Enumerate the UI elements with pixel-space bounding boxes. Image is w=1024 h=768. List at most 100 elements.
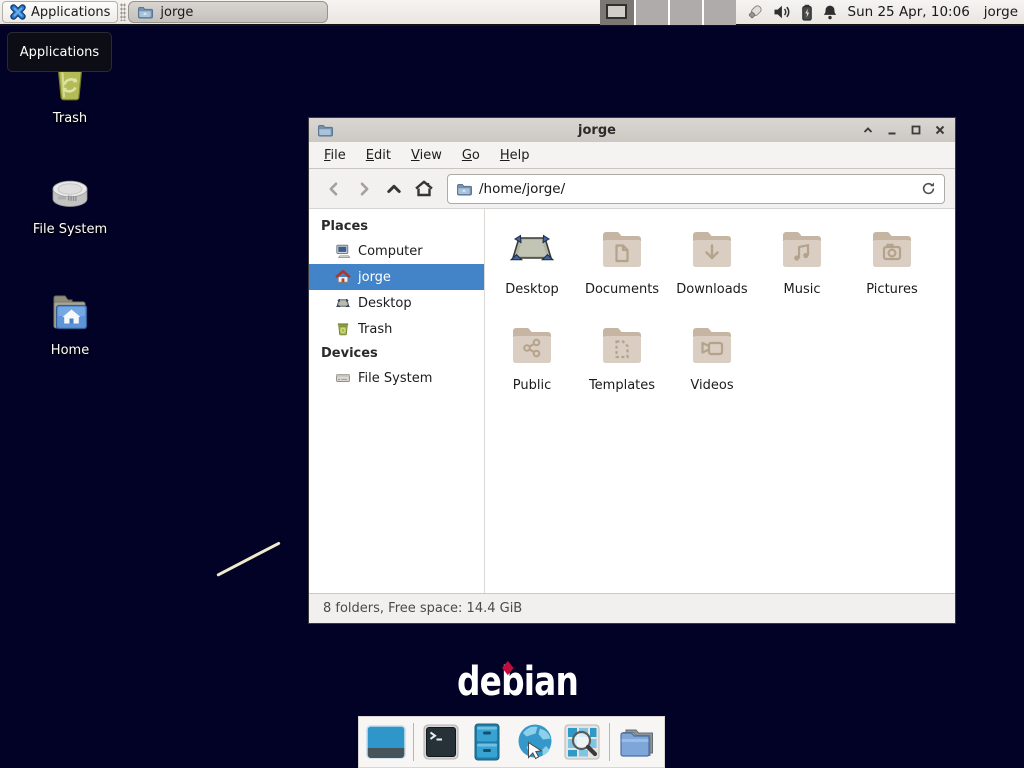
panel-handle[interactable]: [120, 3, 126, 21]
desktop-icon-label: File System: [33, 222, 107, 237]
forward-button[interactable]: [349, 175, 379, 203]
statusbar-text: 8 folders, Free space: 14.4 GiB: [323, 601, 522, 616]
home-icon: [335, 269, 351, 285]
menu-view[interactable]: View: [402, 145, 451, 166]
file-name: Public: [513, 378, 551, 393]
show-desktop-icon[interactable]: [365, 722, 407, 762]
app-finder-icon[interactable]: [562, 722, 602, 762]
desktop-icon-home[interactable]: Home: [22, 289, 118, 358]
menu-file[interactable]: File: [315, 145, 355, 166]
sidebar-header-devices: Devices: [309, 342, 484, 365]
sidebar-item-label: Computer: [358, 244, 423, 259]
file-item-music[interactable]: Music: [757, 225, 847, 321]
battery-icon[interactable]: [801, 4, 813, 21]
panel-username: jorge: [984, 4, 1018, 20]
applications-menu-label: Applications: [31, 5, 110, 20]
folder-icon: [456, 181, 472, 197]
home-button[interactable]: [409, 175, 439, 203]
folder-icon: [137, 4, 153, 20]
desktop-icon: [335, 295, 351, 311]
directory-menu-icon[interactable]: [616, 722, 658, 762]
toolbar: /home/jorge/: [309, 169, 955, 209]
sidebar-header-places: Places: [309, 215, 484, 238]
maximize-button[interactable]: [909, 124, 923, 136]
file-name: Templates: [589, 378, 655, 393]
web-browser-icon[interactable]: [514, 722, 556, 762]
dock: [358, 716, 665, 768]
close-button[interactable]: [933, 124, 947, 136]
panel-clock[interactable]: Sun 25 Apr, 10:06: [848, 4, 970, 20]
file-name: Pictures: [866, 282, 917, 297]
window-titlebar[interactable]: jorge: [309, 118, 955, 142]
drive-icon: [335, 370, 351, 386]
file-item-videos[interactable]: Videos: [667, 321, 757, 417]
taskbar-window-button[interactable]: jorge: [128, 1, 328, 23]
location-bar[interactable]: /home/jorge/: [447, 174, 945, 204]
dock-separator: [609, 723, 610, 761]
workspace-3[interactable]: [668, 0, 702, 25]
workspace-2[interactable]: [634, 0, 668, 25]
window-icon: [317, 122, 333, 138]
drive-icon: [45, 168, 95, 216]
statusbar: 8 folders, Free space: 14.4 GiB: [309, 593, 955, 623]
file-item-downloads[interactable]: Downloads: [667, 225, 757, 321]
desktop-icon-label: Trash: [53, 111, 87, 126]
dock-separator: [413, 723, 414, 761]
file-manager-window: jorge File Edit View Go Help: [308, 117, 956, 624]
sidebar: Places Computer: [309, 209, 485, 593]
file-item-public[interactable]: Public: [487, 321, 577, 417]
sidebar-item-jorge[interactable]: jorge: [309, 264, 484, 290]
sidebar-item-computer[interactable]: Computer: [309, 238, 484, 264]
debian-logo: debian: [457, 662, 578, 702]
workspace-4[interactable]: [702, 0, 736, 25]
desktop-icon-label: Home: [51, 343, 89, 358]
file-name: Downloads: [676, 282, 747, 297]
file-item-pictures[interactable]: Pictures: [847, 225, 937, 321]
system-tray: [746, 3, 838, 21]
sidebar-item-desktop[interactable]: Desktop: [309, 290, 484, 316]
computer-icon: [335, 243, 351, 259]
sidebar-item-trash[interactable]: Trash: [309, 316, 484, 342]
notifications-icon[interactable]: [822, 4, 838, 21]
window-title: jorge: [333, 123, 861, 138]
folder-videos-icon: [688, 321, 736, 373]
workspace-1[interactable]: [600, 0, 634, 25]
minimize-button[interactable]: [885, 124, 899, 136]
desktop-folder-icon: [508, 225, 556, 277]
wallpaper-swirl-line: [216, 541, 280, 576]
desktop-icon-file-system[interactable]: File System: [22, 168, 118, 237]
terminal-icon[interactable]: [421, 722, 461, 762]
folder-documents-icon: [598, 225, 646, 277]
menu-help[interactable]: Help: [491, 145, 539, 166]
sidebar-item-file-system[interactable]: File System: [309, 365, 484, 391]
location-path[interactable]: /home/jorge/: [479, 181, 914, 197]
back-button[interactable]: [319, 175, 349, 203]
applications-menu-button[interactable]: Applications: [2, 1, 118, 23]
input-device-icon[interactable]: [746, 3, 764, 21]
sidebar-item-label: Trash: [358, 322, 392, 337]
home-folder-icon: [45, 289, 95, 337]
file-item-desktop[interactable]: Desktop: [487, 225, 577, 321]
menu-go[interactable]: Go: [453, 145, 489, 166]
sidebar-item-label: jorge: [358, 270, 391, 285]
desktop: { "panel": { "applications_label": "Appl…: [0, 0, 1024, 768]
folder-public-icon: [508, 321, 556, 373]
file-name: Desktop: [505, 282, 559, 297]
sidebar-item-label: File System: [358, 371, 432, 386]
folder-downloads-icon: [688, 225, 736, 277]
file-cabinet-icon[interactable]: [467, 722, 507, 762]
file-name: Videos: [690, 378, 733, 393]
menu-edit[interactable]: Edit: [357, 145, 400, 166]
reload-icon[interactable]: [921, 181, 936, 196]
file-name: Documents: [585, 282, 659, 297]
file-item-templates[interactable]: Templates: [577, 321, 667, 417]
up-button[interactable]: [379, 175, 409, 203]
workspace-window-miniature: [606, 4, 627, 19]
file-name: Music: [784, 282, 821, 297]
workspace-switcher: [600, 0, 736, 25]
trash-icon: [335, 321, 351, 337]
file-grid: Desktop Documents: [485, 209, 955, 593]
file-item-documents[interactable]: Documents: [577, 225, 667, 321]
volume-icon[interactable]: [773, 4, 792, 20]
shade-button[interactable]: [861, 124, 875, 136]
